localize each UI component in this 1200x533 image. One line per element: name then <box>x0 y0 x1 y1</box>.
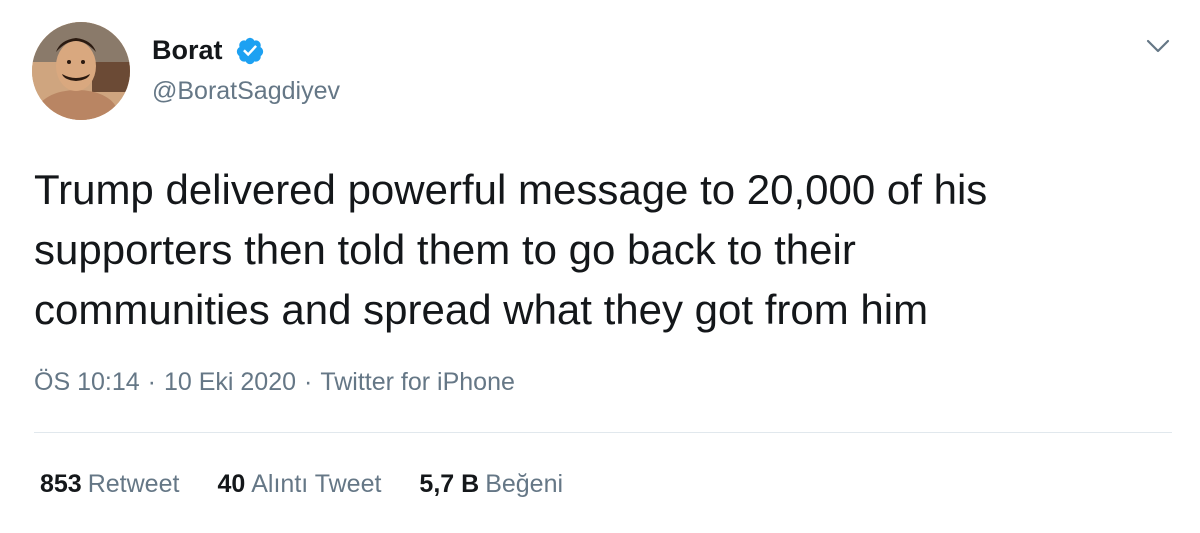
author-display-name[interactable]: Borat <box>152 34 223 66</box>
divider <box>34 432 1172 433</box>
chevron-down-icon[interactable] <box>1144 36 1172 56</box>
retweet-count-number: 853 <box>40 470 82 498</box>
tweet-text-line: Trump delivered powerful message to 20,0… <box>34 166 988 213</box>
tweet-source[interactable]: Twitter for iPhone <box>320 368 515 396</box>
author-handle[interactable]: @BoratSagdiyev <box>152 76 340 106</box>
meta-separator: · <box>304 368 313 396</box>
retweet-count-label: Retweet <box>87 470 180 498</box>
quote-tweet-count-label: Alıntı Tweet <box>251 470 382 498</box>
tweet-meta: ÖS 10:14 · 10 Eki 2020 · Twitter for iPhone <box>34 366 515 398</box>
tweet-card: Borat @BoratSagdiyev Trump delivered pow… <box>0 0 1200 533</box>
like-count[interactable]: 5,7 B Beğeni <box>419 468 563 500</box>
tweet-time[interactable]: ÖS 10:14 <box>34 368 140 396</box>
tweet-text: Trump delivered powerful message to 20,0… <box>34 160 1154 340</box>
tweet-text-line: supporters then told them to go back to … <box>34 226 856 273</box>
tweet-date[interactable]: 10 Eki 2020 <box>164 368 296 396</box>
like-count-number: 5,7 B <box>419 470 480 498</box>
retweet-count[interactable]: 853 Retweet <box>40 468 179 500</box>
author-avatar[interactable] <box>32 22 130 120</box>
verified-badge-icon <box>236 37 264 65</box>
quote-tweet-count-number: 40 <box>217 470 246 498</box>
quote-tweet-count[interactable]: 40 Alıntı Tweet <box>217 468 381 500</box>
like-count-label: Beğeni <box>485 470 564 498</box>
tweet-stats: 853 Retweet 40 Alıntı Tweet 5,7 B Beğeni <box>40 468 601 500</box>
meta-separator: · <box>147 368 156 396</box>
tweet-text-line: communities and spread what they got fro… <box>34 286 929 333</box>
avatar-photo-icon <box>32 22 130 120</box>
